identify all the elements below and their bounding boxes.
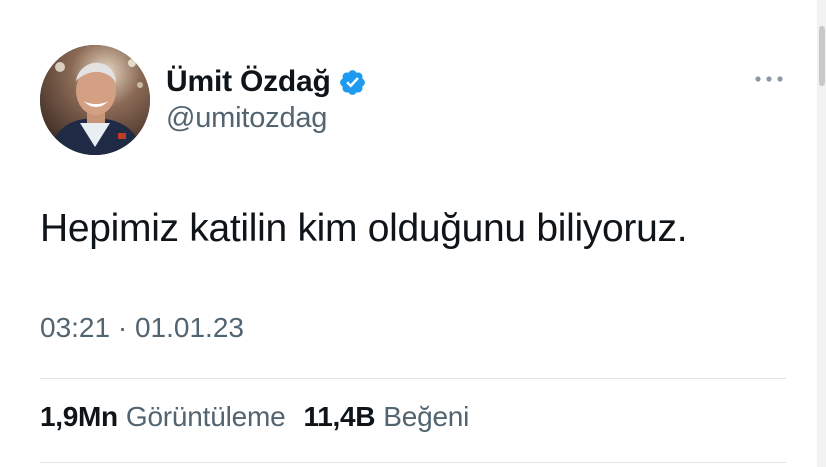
divider xyxy=(40,462,786,463)
tweet-text: Hepimiz katilin kim olduğunu biliyoruz. xyxy=(40,207,688,250)
author-display-name[interactable]: Ümit Özdağ xyxy=(166,65,331,99)
verified-badge-icon xyxy=(338,68,367,97)
timestamp-separator: · xyxy=(117,312,128,343)
views-count: 1,9Mn xyxy=(40,401,118,432)
likes-count: 11,4B xyxy=(303,401,376,432)
tweet-date[interactable]: 01.01.23 xyxy=(135,312,244,343)
tweet-stats: 1,9Mn Görüntüleme 11,4B Beğeni xyxy=(40,401,469,433)
views-stat[interactable]: 1,9Mn Görüntüleme xyxy=(40,401,286,433)
views-label: Görüntüleme xyxy=(125,401,286,432)
likes-label: Beğeni xyxy=(383,401,470,432)
scrollbar-thumb[interactable] xyxy=(819,26,825,86)
profile-photo-icon xyxy=(40,45,150,155)
tweet-time[interactable]: 03:21 xyxy=(40,312,110,343)
scrollbar[interactable] xyxy=(817,0,826,467)
avatar[interactable] xyxy=(40,45,150,155)
likes-stat[interactable]: 11,4B Beğeni xyxy=(304,401,470,433)
divider xyxy=(40,378,786,379)
author-name-row[interactable]: Ümit Özdağ xyxy=(166,62,367,102)
author-handle[interactable]: @umitozdag xyxy=(166,102,327,135)
tweet-timestamp[interactable]: 03:21 · 01.01.23 xyxy=(40,312,244,344)
more-horizontal-icon[interactable] xyxy=(752,68,786,90)
